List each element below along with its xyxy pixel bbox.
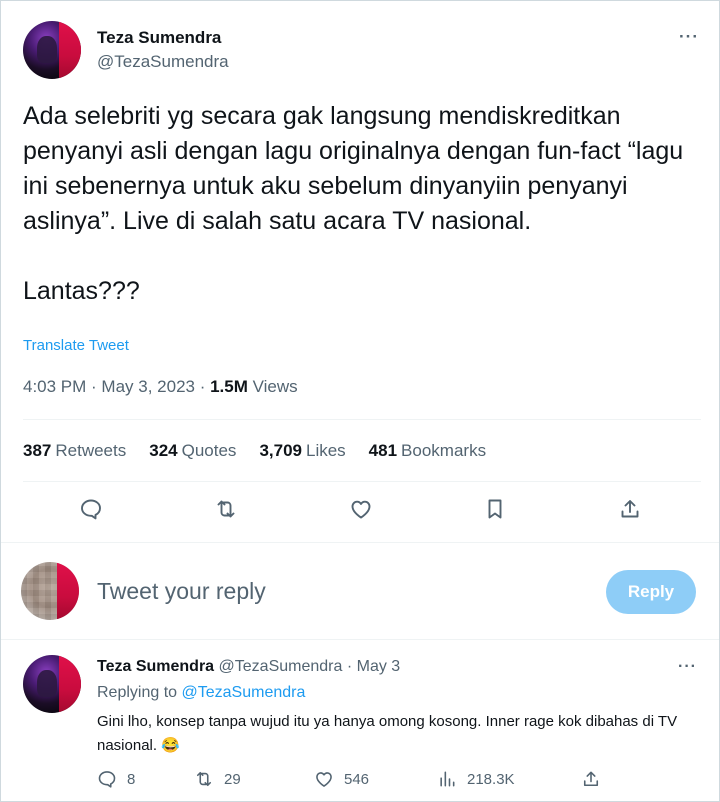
reply-replies-count: 8 xyxy=(127,770,136,788)
author-handle[interactable]: @TezaSumendra xyxy=(97,52,229,72)
likes-count: 3,709 xyxy=(259,441,302,460)
reply-views-action[interactable]: 218.3K xyxy=(437,769,515,789)
retweets-stat[interactable]: 387 Retweets xyxy=(23,441,126,461)
reply-button[interactable]: Reply xyxy=(606,570,696,614)
reply-date[interactable]: May 3 xyxy=(357,658,401,675)
likes-label: Likes xyxy=(305,441,346,460)
reply-author-handle[interactable]: @TezaSumendra xyxy=(219,658,343,675)
translate-tweet-link[interactable]: Translate Tweet xyxy=(23,337,129,354)
share-icon xyxy=(583,771,599,787)
tweet-time[interactable]: 4:03 PM xyxy=(23,377,86,396)
bookmarks-stat[interactable]: 481 Bookmarks xyxy=(369,441,486,461)
author-name[interactable]: Teza Sumendra xyxy=(97,28,221,48)
divider xyxy=(1,542,719,543)
tweet-action-bar xyxy=(1,497,719,527)
bookmarks-count: 481 xyxy=(368,441,398,460)
retweet-icon[interactable] xyxy=(214,497,242,525)
tweet-date[interactable]: May 3, 2023 xyxy=(101,377,195,396)
views-icon xyxy=(440,771,455,787)
tweet-detail-panel: Teza Sumendra @TezaSumendra ··· Ada sele… xyxy=(0,0,720,802)
views-count: 1.5M xyxy=(210,377,248,396)
divider xyxy=(1,639,719,640)
tweet-meta: 4:03 PM · May 3, 2023 · 1.5M Views xyxy=(23,377,298,396)
retweet-icon xyxy=(196,771,212,787)
reply-retweet-action[interactable]: 29 xyxy=(194,769,241,789)
retweets-label: Retweets xyxy=(55,441,127,460)
reply-input[interactable]: Tweet your reply xyxy=(97,578,266,605)
reply-views-count: 218.3K xyxy=(467,770,515,788)
reply-share-action[interactable] xyxy=(581,769,601,789)
reply-author-avatar[interactable] xyxy=(23,655,81,713)
reply-action-bar: 8 29 546 218.3K xyxy=(1,769,719,793)
share-icon[interactable] xyxy=(618,497,646,525)
reply-likes-count: 546 xyxy=(344,770,370,788)
views-label: Views xyxy=(252,377,298,396)
replying-to-label: Replying to xyxy=(97,684,178,701)
quotes-label: Quotes xyxy=(181,441,237,460)
quotes-stat[interactable]: 324 Quotes xyxy=(149,441,236,461)
retweets-count: 387 xyxy=(23,441,52,460)
like-icon[interactable] xyxy=(349,497,377,525)
reply-like-action[interactable]: 546 xyxy=(314,769,369,789)
quotes-count: 324 xyxy=(149,441,178,460)
likes-stat[interactable]: 3,709 Likes xyxy=(259,441,345,461)
tweet-text: Ada selebriti yg secara gak langsung men… xyxy=(23,102,684,305)
reply-reply-action[interactable]: 8 xyxy=(97,769,135,789)
reply-icon xyxy=(98,771,116,788)
divider xyxy=(23,481,701,482)
like-icon xyxy=(316,772,332,787)
bookmarks-label: Bookmarks xyxy=(401,441,487,460)
bookmark-icon[interactable] xyxy=(483,497,511,525)
author-avatar[interactable] xyxy=(23,21,81,79)
reply-more-options-icon[interactable]: ··· xyxy=(678,658,697,676)
user-avatar[interactable] xyxy=(21,562,79,620)
engagement-stats: 387 Retweets 324 Quotes 3,709 Likes 481 Book… xyxy=(23,441,486,461)
replying-to: Replying to @TezaSumendra xyxy=(97,684,305,702)
replying-to-handle[interactable]: @TezaSumendra xyxy=(182,684,306,701)
reply-retweets-count: 29 xyxy=(224,770,241,788)
divider xyxy=(23,419,701,420)
reply-author-name[interactable]: Teza Sumendra xyxy=(97,658,214,675)
more-options-icon[interactable]: ··· xyxy=(679,27,699,47)
reply-icon[interactable] xyxy=(79,497,107,525)
reply-text: Gini lho, konsep tanpa wujud itu ya hany… xyxy=(97,713,678,754)
reply-header: Teza Sumendra @TezaSumendra · May 3 xyxy=(97,658,401,675)
